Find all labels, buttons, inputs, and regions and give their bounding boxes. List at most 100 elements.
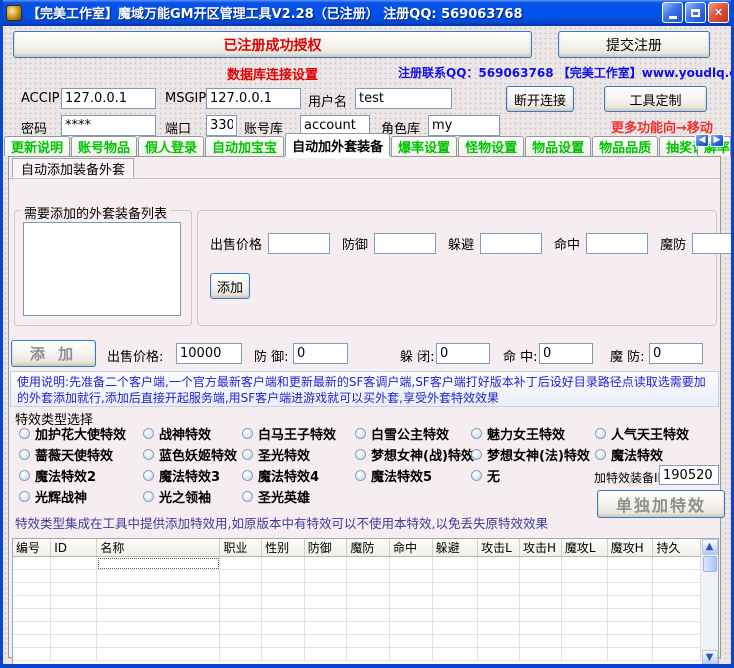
table-cell[interactable] <box>220 557 262 570</box>
minimize-button[interactable] <box>662 2 683 23</box>
table-cell[interactable] <box>607 557 653 570</box>
msgip-input[interactable] <box>206 88 301 109</box>
table-cell[interactable] <box>97 635 220 648</box>
mdef2-input[interactable] <box>649 343 703 364</box>
submit-register-button[interactable]: 提交注册 <box>558 31 710 58</box>
column-header[interactable]: 名称 <box>97 539 220 557</box>
price-input[interactable] <box>268 233 330 254</box>
table-cell[interactable] <box>13 583 51 596</box>
effect-option[interactable]: 战神特效 <box>143 423 242 444</box>
table-cell[interactable] <box>304 622 347 635</box>
add-button-small[interactable]: 添加 <box>210 273 250 299</box>
table-cell[interactable] <box>51 570 97 583</box>
dodge2-input[interactable] <box>436 343 490 364</box>
table-cell[interactable] <box>432 635 478 648</box>
table-cell[interactable] <box>13 648 51 661</box>
table-cell[interactable] <box>389 557 432 570</box>
table-cell[interactable] <box>561 635 607 648</box>
column-header[interactable]: 魔攻L <box>561 539 607 557</box>
table-cell[interactable] <box>478 609 520 622</box>
table-cell[interactable] <box>653 557 701 570</box>
table-cell[interactable] <box>432 570 478 583</box>
table-cell[interactable] <box>51 596 97 609</box>
effect-equip-id-input[interactable] <box>659 465 719 485</box>
table-cell[interactable] <box>304 648 347 661</box>
table-cell[interactable] <box>347 635 390 648</box>
table-cell[interactable] <box>478 583 520 596</box>
table-cell[interactable] <box>478 570 520 583</box>
tab-4[interactable]: 自动加宝宝 <box>205 136 284 156</box>
table-row[interactable] <box>13 635 701 648</box>
table-cell[interactable] <box>478 648 520 661</box>
table-cell[interactable] <box>262 609 305 622</box>
effect-option[interactable]: 光之领袖 <box>143 486 242 507</box>
mdef-input[interactable] <box>692 233 734 254</box>
effect-option[interactable]: 无 <box>471 465 595 486</box>
table-cell[interactable] <box>51 557 97 570</box>
table-cell[interactable] <box>653 648 701 661</box>
effect-option[interactable]: 白雪公主特效 <box>355 423 471 444</box>
table-cell[interactable] <box>13 596 51 609</box>
table-cell[interactable] <box>51 583 97 596</box>
tab-1[interactable]: 更新说明 <box>4 136 70 156</box>
table-cell[interactable] <box>304 583 347 596</box>
column-header[interactable]: 攻击H <box>519 539 561 557</box>
price2-input[interactable] <box>176 343 242 364</box>
table-cell[interactable] <box>51 635 97 648</box>
table-cell[interactable] <box>97 648 220 661</box>
table-row[interactable] <box>13 570 701 583</box>
effect-option[interactable]: 人气天王特效 <box>595 423 719 444</box>
table-cell[interactable] <box>13 622 51 635</box>
table-cell[interactable] <box>220 570 262 583</box>
table-cell[interactable] <box>389 635 432 648</box>
table-cell[interactable] <box>653 570 701 583</box>
effect-option[interactable]: 梦想女神(法)特效 <box>471 444 595 465</box>
table-cell[interactable] <box>653 583 701 596</box>
effect-option[interactable]: 圣光英雄 <box>242 486 355 507</box>
table-row[interactable] <box>13 622 701 635</box>
tab-scroll-right-button[interactable]: ▶ <box>710 134 724 147</box>
effect-option[interactable]: 白马王子特效 <box>242 423 355 444</box>
table-cell[interactable] <box>478 557 520 570</box>
equip-list-box[interactable] <box>23 222 181 316</box>
table-cell[interactable] <box>304 635 347 648</box>
tab-3[interactable]: 假人登录 <box>138 136 204 156</box>
table-cell[interactable] <box>262 557 305 570</box>
table-cell[interactable] <box>561 648 607 661</box>
table-cell[interactable] <box>561 583 607 596</box>
effect-option[interactable]: 魅力女王特效 <box>471 423 595 444</box>
scroll-up-icon[interactable]: ▲ <box>702 539 718 555</box>
hit-input[interactable] <box>586 233 648 254</box>
table-cell[interactable] <box>607 583 653 596</box>
column-header[interactable]: 防御 <box>304 539 347 557</box>
column-header[interactable]: 职业 <box>220 539 262 557</box>
table-cell[interactable] <box>478 596 520 609</box>
table-cell[interactable] <box>51 648 97 661</box>
table-cell[interactable] <box>432 648 478 661</box>
column-header[interactable]: ID <box>51 539 97 557</box>
table-cell[interactable] <box>478 635 520 648</box>
table-cell[interactable] <box>653 635 701 648</box>
table-cell[interactable] <box>51 609 97 622</box>
table-cell[interactable] <box>432 583 478 596</box>
table-cell[interactable] <box>519 596 561 609</box>
table-cell[interactable] <box>653 609 701 622</box>
table-cell[interactable] <box>347 622 390 635</box>
table-row[interactable] <box>13 583 701 596</box>
add-button-large[interactable]: 添 加 <box>11 340 96 367</box>
scroll-down-icon[interactable]: ▼ <box>702 650 718 666</box>
table-cell[interactable] <box>519 583 561 596</box>
table-cell[interactable] <box>519 570 561 583</box>
tab-8[interactable]: 物品设置 <box>525 136 591 156</box>
effect-option[interactable]: 魔法特效2 <box>19 465 143 486</box>
table-cell[interactable] <box>220 622 262 635</box>
table-cell[interactable] <box>519 648 561 661</box>
table-cell[interactable] <box>561 557 607 570</box>
table-row[interactable] <box>13 648 701 661</box>
tab-2[interactable]: 账号物品 <box>71 136 137 156</box>
effect-option[interactable]: 魔法特效 <box>595 444 719 465</box>
table-cell[interactable] <box>432 609 478 622</box>
table-cell[interactable] <box>347 648 390 661</box>
single-add-effect-button[interactable]: 单独加特效 <box>597 490 725 518</box>
accip-input[interactable] <box>61 88 156 109</box>
